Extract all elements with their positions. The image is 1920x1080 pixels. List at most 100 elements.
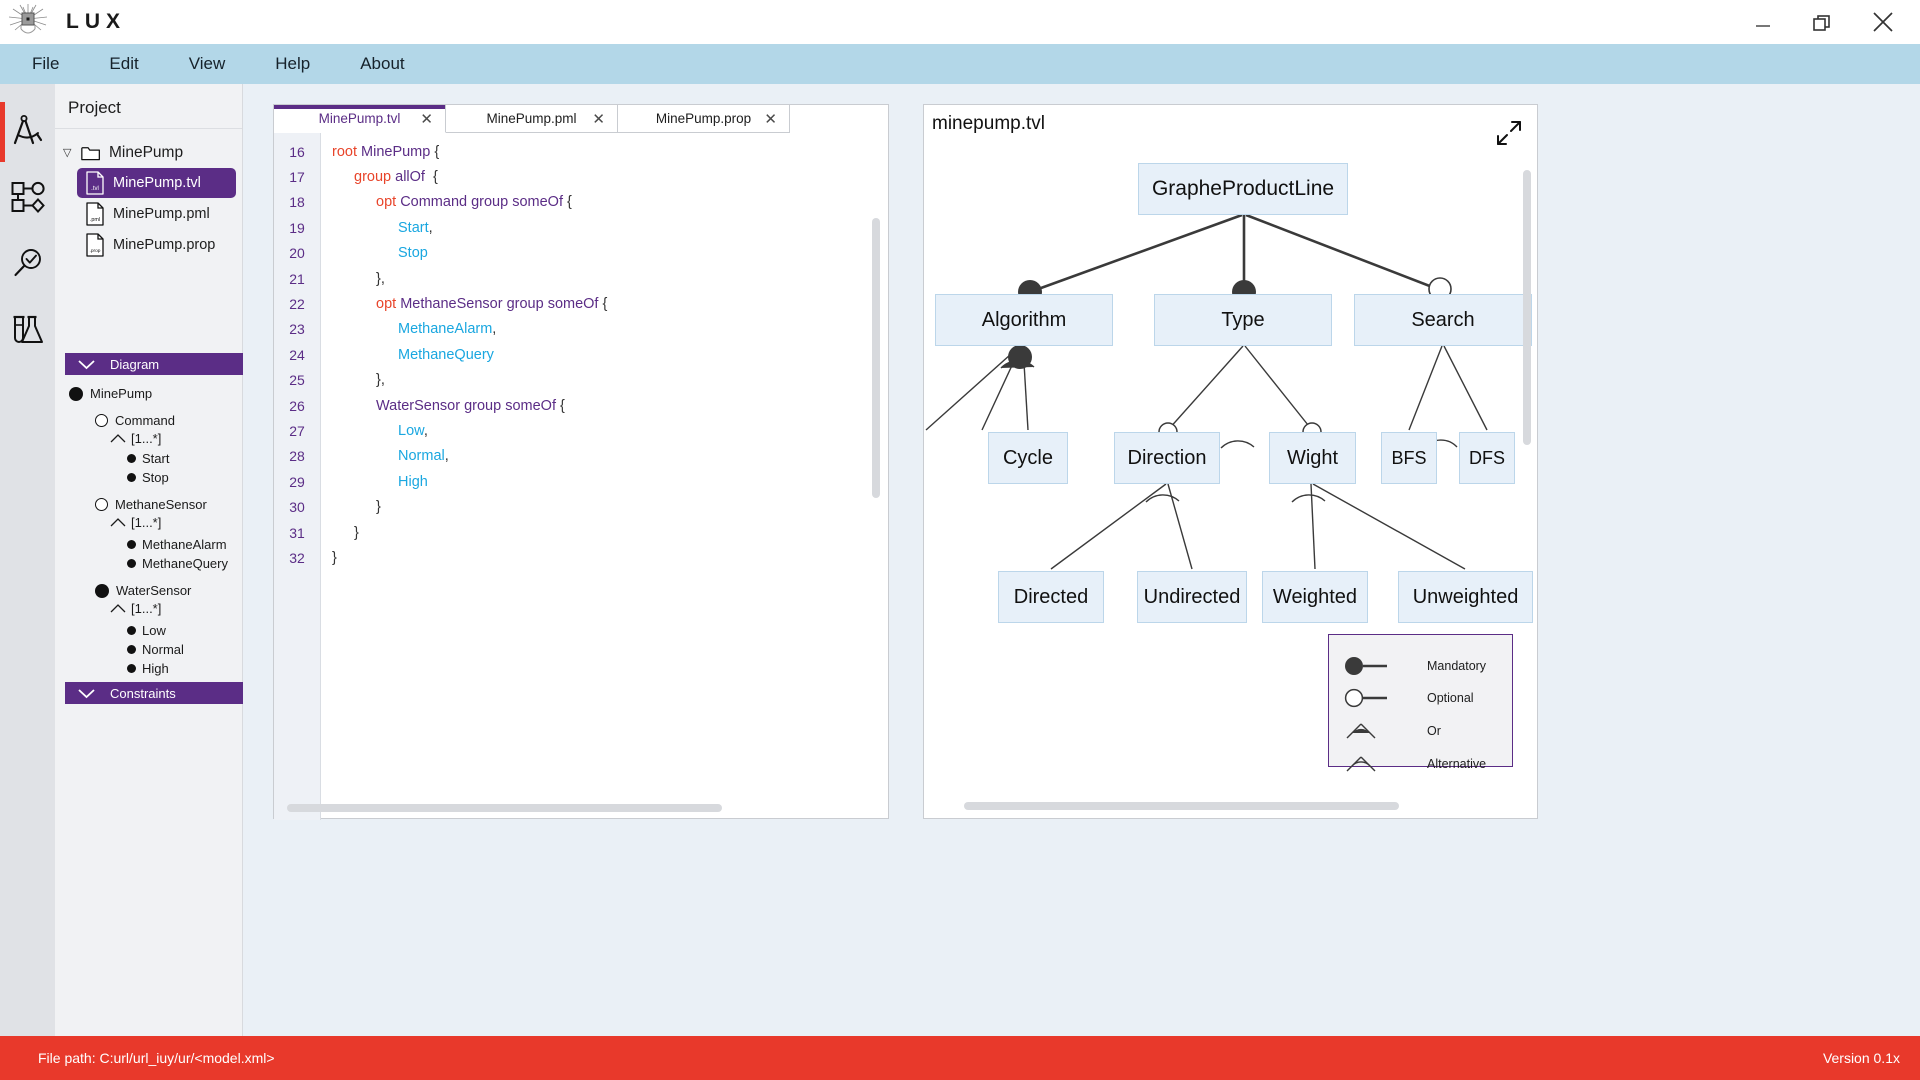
feature-node-weighted[interactable]: Weighted [1262,571,1368,623]
feature-node-label: Weighted [1272,585,1358,608]
rail-item-modeling[interactable] [0,98,55,164]
feature-node-undirected[interactable]: Undirected [1137,571,1247,623]
code-line: 24 MethaneQuery [274,342,888,367]
editor-horizontal-scrollbar[interactable] [287,804,722,812]
tab-minepump-tvl[interactable]: MinePump.tvl ✕ [274,105,446,133]
tab-minepump-prop[interactable]: MinePump.prop ✕ [618,105,790,133]
legend-row-alternative: Alternative [1343,754,1486,774]
diagram-vertical-scrollbar[interactable] [1523,170,1531,445]
code-line: 29 High [274,469,888,494]
dtree-node-high[interactable]: High [65,659,250,678]
tree-file-minepump-tvl[interactable]: .tvl MinePump.tvl [77,168,236,198]
legend-label: Optional [1427,691,1474,705]
dtree-node-stop[interactable]: Stop [65,468,250,487]
feature-node-wight[interactable]: Wight [1269,432,1356,484]
dtree-node-low[interactable]: Low [65,621,250,640]
hollow-circle-icon [95,414,108,427]
menu-item-view[interactable]: View [171,54,244,74]
diagram-horizontal-scrollbar[interactable] [964,802,1399,810]
code-line: 19 Start, [274,215,888,240]
feature-node-search[interactable]: Search [1354,294,1532,346]
menu-item-edit[interactable]: Edit [91,54,156,74]
dtree-node-methanesensor[interactable]: MethaneSensor [65,495,250,514]
feature-node-directed[interactable]: Directed [998,571,1104,623]
feature-node-bfs[interactable]: BFS [1381,432,1437,484]
or-arc-icon [110,518,126,527]
feature-node-cycle[interactable]: Cycle [988,432,1068,484]
feature-node-root[interactable]: GrapheProductLine [1138,163,1348,215]
menu-item-help[interactable]: Help [257,54,328,74]
code-token: Command group someOf [400,194,563,211]
close-button[interactable] [1870,9,1896,35]
code-token: { [428,169,438,186]
feature-node-label: Wight [1286,446,1339,469]
code-text: } [320,499,381,515]
dtree-node-methanequery[interactable]: MethaneQuery [65,554,250,573]
feature-node-algorithm[interactable]: Algorithm [935,294,1113,346]
menu-item-about[interactable]: About [342,54,422,74]
feature-node-unweighted[interactable]: Unweighted [1398,571,1533,623]
filled-circle-icon [95,583,109,598]
code-text: }, [320,271,385,287]
code-token: } [354,524,359,541]
feature-node-direction[interactable]: Direction [1114,432,1220,484]
rail-item-graph[interactable] [0,164,55,230]
dtree-node-command[interactable]: Command [65,411,250,430]
feature-node-type[interactable]: Type [1154,294,1332,346]
svg-text:.prop: .prop [90,248,101,254]
tab-close-icon[interactable]: ✕ [764,110,777,128]
tab-close-icon[interactable]: ✕ [592,110,605,128]
code-token: } [376,499,381,516]
tab-label: MinePump.tvl [318,111,401,126]
tree-file-minepump-prop[interactable]: .prop MinePump.prop [55,229,242,260]
menu-item-file[interactable]: File [14,54,77,74]
dtree-node-normal[interactable]: Normal [65,640,250,659]
dtree-label: Command [115,413,175,428]
dtree-label: MinePump [90,386,153,401]
magnifier-check-icon [13,249,41,277]
code-token: MethaneQuery [398,346,494,363]
rail-item-simulation[interactable] [0,296,55,362]
folder-icon [81,146,100,160]
constraints-section-header[interactable]: Constraints [65,682,243,704]
dtree-node-methanealarm[interactable]: MethaneAlarm [65,535,250,554]
dtree-cardinality-label: [1...*] [131,601,162,616]
code-text: group allOf { [320,169,438,185]
editor-vertical-scrollbar[interactable] [872,218,880,498]
tree-file-minepump-pml[interactable]: .pml MinePump.pml [55,198,242,229]
line-number: 19 [289,219,305,236]
application-window: LUX File Edit View Help About Project ▽ … [0,0,1920,1080]
code-token: group [354,169,396,186]
tab-close-icon[interactable]: ✕ [420,110,433,128]
or-bullet [1008,345,1032,369]
code-token: { [598,296,608,313]
tab-minepump-pml[interactable]: MinePump.pml ✕ [446,105,618,133]
code-line: 22 opt MethaneSensor group someOf { [274,291,888,316]
code-line: 17 group allOf { [274,164,888,189]
rail-item-verify[interactable] [0,230,55,296]
code-line: 23 MethaneAlarm, [274,317,888,342]
restore-button[interactable] [1810,9,1836,35]
dtree-node-watersensor[interactable]: WaterSensor [65,581,250,600]
file-pml-icon: .pml [86,201,104,226]
filled-arc-icon [1346,723,1376,739]
code-token: opt [376,194,401,211]
feature-node-label: Direction [1127,446,1207,469]
minimize-button[interactable] [1750,9,1776,35]
test-tubes-flask-icon [13,315,43,343]
tree-folder-minepump[interactable]: ▽ MinePump [55,137,242,168]
feature-node-label: Unweighted [1412,585,1519,608]
legend-row-or: Or [1343,721,1441,741]
feature-node-dfs[interactable]: DFS [1459,432,1515,484]
line-number: 18 [289,194,305,211]
code-token: , [492,321,497,338]
minimize-icon [1756,25,1770,27]
line-number: 32 [289,549,305,566]
filled-dot-icon [127,454,136,463]
diagram-section-header[interactable]: Diagram [65,353,243,375]
dtree-node-minepump[interactable]: MinePump [65,384,250,403]
code-area[interactable]: 16 root MinePump {17 group allOf {18 opt Co… [274,133,888,820]
dtree-node-start[interactable]: Start [65,449,250,468]
code-token: opt [376,296,401,313]
chevron-down-icon[interactable]: ▽ [63,146,77,159]
